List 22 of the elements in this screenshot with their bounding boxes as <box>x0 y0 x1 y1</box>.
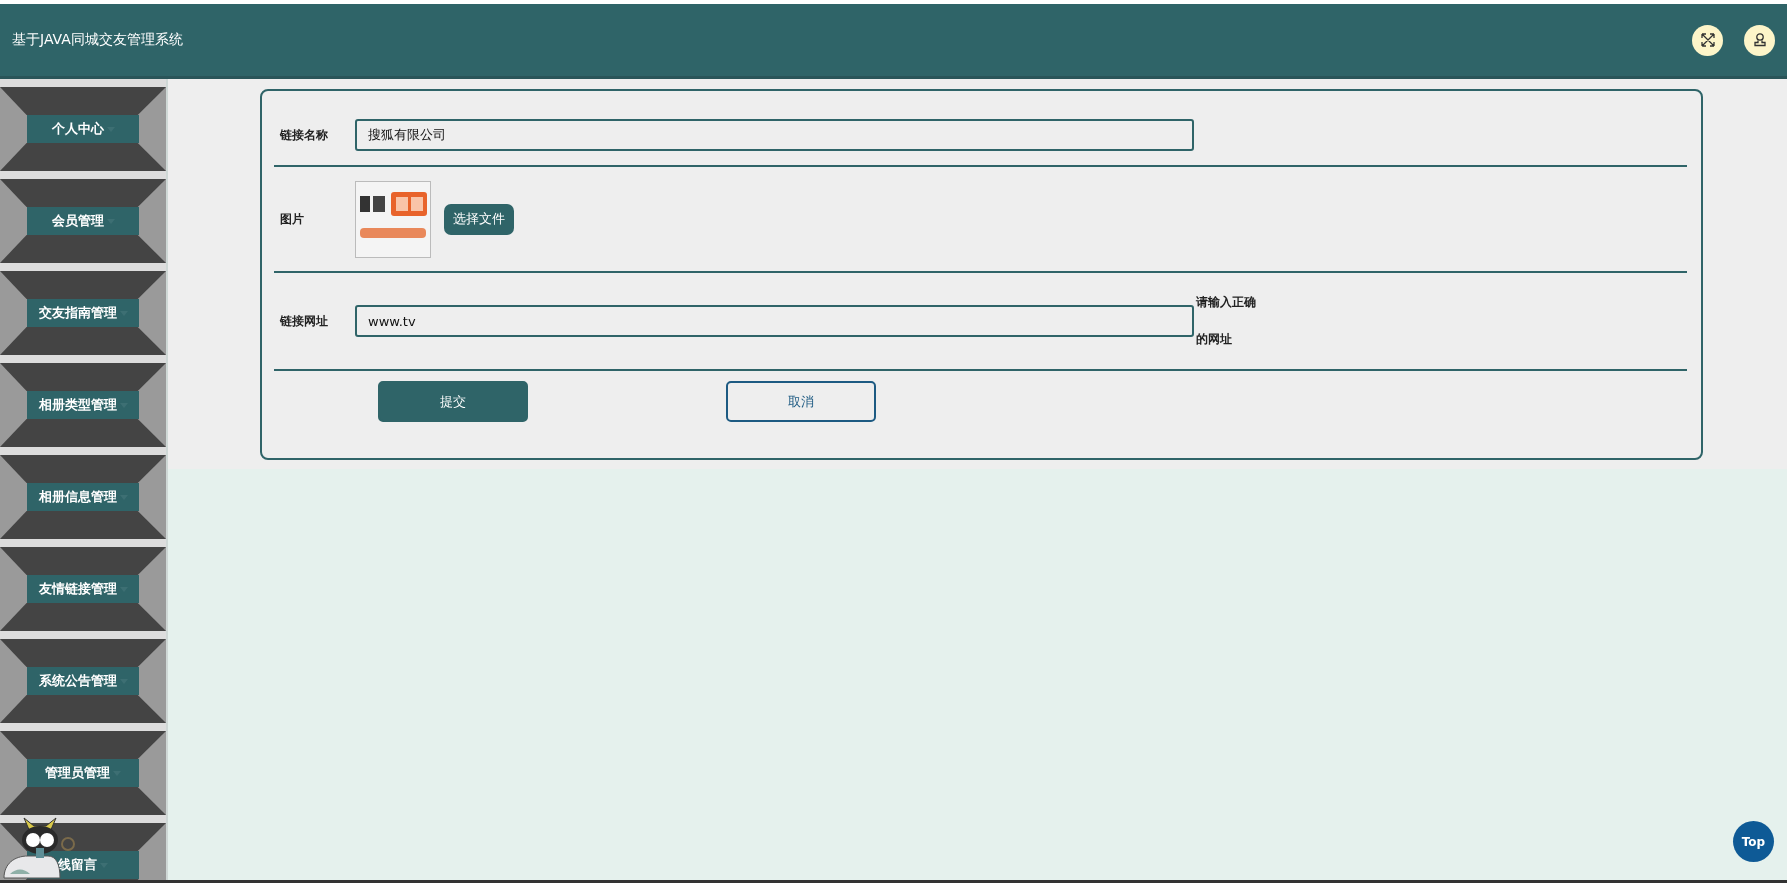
field-label: 链接网址 <box>280 312 329 330</box>
user-icon <box>1751 32 1768 48</box>
submit-button[interactable]: 提交 <box>378 381 528 422</box>
sidebar-item[interactable]: 相册类型管理 <box>0 363 166 447</box>
choose-file-button[interactable]: 选择文件 <box>444 203 514 235</box>
sidebar-item[interactable]: 会员管理 <box>0 179 166 263</box>
cancel-button[interactable]: 取消 <box>726 381 876 422</box>
sidebar-item[interactable]: 交友指南管理 <box>0 271 166 355</box>
sidebar-item[interactable]: 相册信息管理 <box>0 455 166 539</box>
hint-text: 请输入正确的网址 <box>1196 294 1257 348</box>
user-button[interactable] <box>1744 24 1775 56</box>
field-label: 链接名称 <box>280 126 329 144</box>
fullscreen-button[interactable] <box>1692 24 1723 56</box>
app-title: 基于JAVA同城交友管理系统 <box>12 31 184 49</box>
expand-icon <box>1699 32 1716 48</box>
input-field[interactable]: 搜狐有限公司 <box>355 119 1194 151</box>
sidebar-item[interactable]: 管理员管理 <box>0 731 166 815</box>
input-field[interactable]: www.tv <box>355 305 1194 337</box>
sidebar-item[interactable]: 友情链接管理 <box>0 547 166 631</box>
field-label: 图片 <box>280 210 305 228</box>
sidebar-item[interactable]: 个人中心 <box>0 87 166 171</box>
sidebar-item[interactable]: 系统公告管理 <box>0 639 166 723</box>
